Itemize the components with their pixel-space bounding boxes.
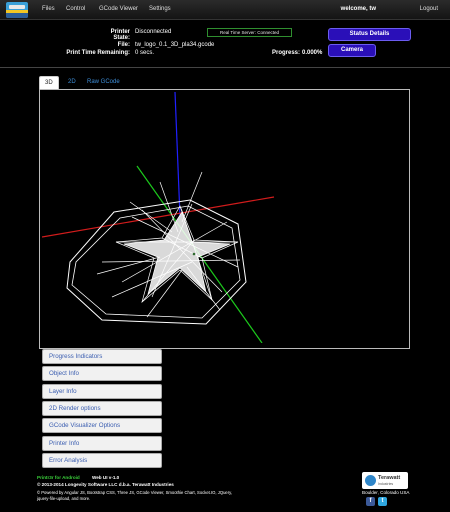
camera-button[interactable]: Camera: [328, 44, 376, 57]
app-version: Web UI v-1.0: [92, 475, 120, 480]
powered-by-cont: jquery-file-upload, and more.: [37, 496, 91, 501]
progress-value: 0.000%: [302, 50, 323, 56]
gcode-model-mesh: [96, 171, 241, 318]
app-name: Printr3r for Android: [37, 475, 80, 480]
terawatt-badge-icon: [365, 475, 376, 486]
company-location: Boulder, Colorado USA: [362, 490, 410, 495]
facebook-icon[interactable]: f: [366, 497, 375, 506]
welcome-user[interactable]: welcome, tw: [341, 6, 376, 12]
status-details-button[interactable]: Status Details: [328, 28, 411, 41]
nav-files[interactable]: Files: [42, 6, 55, 12]
nav-control[interactable]: Control: [66, 6, 85, 12]
accordion-error-analysis[interactable]: Error Analysis: [42, 453, 162, 468]
accordion-layer-info[interactable]: Layer Info: [42, 384, 162, 399]
nav-settings[interactable]: Settings: [149, 6, 171, 12]
bed-outline-inner: [71, 205, 241, 319]
z-axis-line: [174, 92, 181, 218]
accordion-gcode-visualizer-options[interactable]: GCode Visualizer Options: [42, 418, 162, 433]
accordion-printer-info[interactable]: Printer Info: [42, 436, 162, 451]
tab-2d[interactable]: 2D: [63, 76, 81, 89]
twitter-icon[interactable]: t: [378, 497, 387, 506]
realtime-server-status: Real Time Server: Connected: [207, 28, 292, 37]
nav-gcode-viewer[interactable]: GCode Viewer: [99, 6, 138, 12]
powered-by: © Powered by Angular JS, Bootstrap CSS, …: [37, 490, 233, 495]
company-sub: Industries: [378, 482, 394, 486]
accordion-2d-render-options[interactable]: 2D Render options: [42, 401, 162, 416]
terawatt-logo[interactable]: Terawatt Industries: [362, 472, 408, 489]
print-time-label: Print Time Remaining:: [66, 50, 130, 56]
tab-raw-gcode[interactable]: Raw GCode: [82, 76, 125, 89]
file-label: File:: [117, 42, 130, 48]
printer-state-value: Disconnected: [135, 29, 172, 35]
progress-label: Progress:: [271, 50, 300, 56]
copyright: © 2013-2014 Longevity Software LLC d.b.a…: [37, 482, 174, 487]
accordion-progress-indicators[interactable]: Progress Indicators: [42, 349, 162, 364]
tab-3d[interactable]: 3D: [39, 76, 59, 89]
divider: [0, 67, 450, 68]
print-time-value: 0 secs.: [135, 50, 155, 56]
app-logo[interactable]: [6, 2, 28, 18]
file-value: tw_logo_0.1_3D_pla34.gcode: [135, 42, 215, 48]
printer-state-label: Printer State:: [110, 29, 130, 41]
3d-render-canvas[interactable]: [42, 92, 302, 343]
company-name: Terawatt: [378, 475, 401, 481]
top-navbar: Files Control GCode Viewer Settings welc…: [0, 0, 450, 20]
accordion-object-info[interactable]: Object Info: [42, 366, 162, 381]
logout-link[interactable]: Logout: [420, 6, 438, 12]
